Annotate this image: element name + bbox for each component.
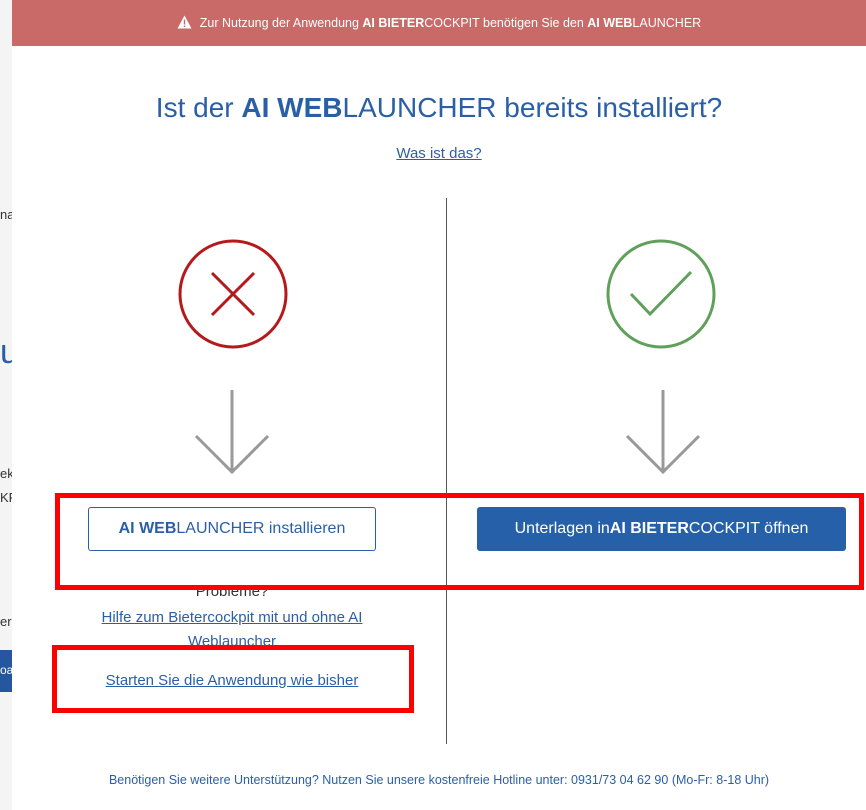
- arrow-down-icon: [194, 390, 270, 475]
- hotline-footer: Benötigen Sie weitere Unterstützung? Nut…: [108, 773, 770, 787]
- warning-triangle-icon: [177, 15, 192, 32]
- highlight-box-buttons: [55, 493, 864, 590]
- column-divider: [446, 198, 447, 744]
- background-text: er: [0, 614, 12, 629]
- x-circle-icon: [178, 239, 288, 349]
- highlight-box-start-link: [52, 645, 414, 713]
- background-button: oa: [0, 650, 13, 692]
- dialog-title: Ist der AI WEBLAUNCHER bereits installie…: [155, 92, 723, 123]
- check-circle-icon: [606, 239, 716, 349]
- banner-text: Zur Nutzung der Anwendung AI BIETERCOCKP…: [199, 16, 702, 30]
- arrow-down-icon: [625, 390, 701, 475]
- what-is-this-link[interactable]: Was ist das?: [12, 145, 866, 162]
- warning-banner: Zur Nutzung der Anwendung AI BIETERCOCKP…: [12, 0, 866, 46]
